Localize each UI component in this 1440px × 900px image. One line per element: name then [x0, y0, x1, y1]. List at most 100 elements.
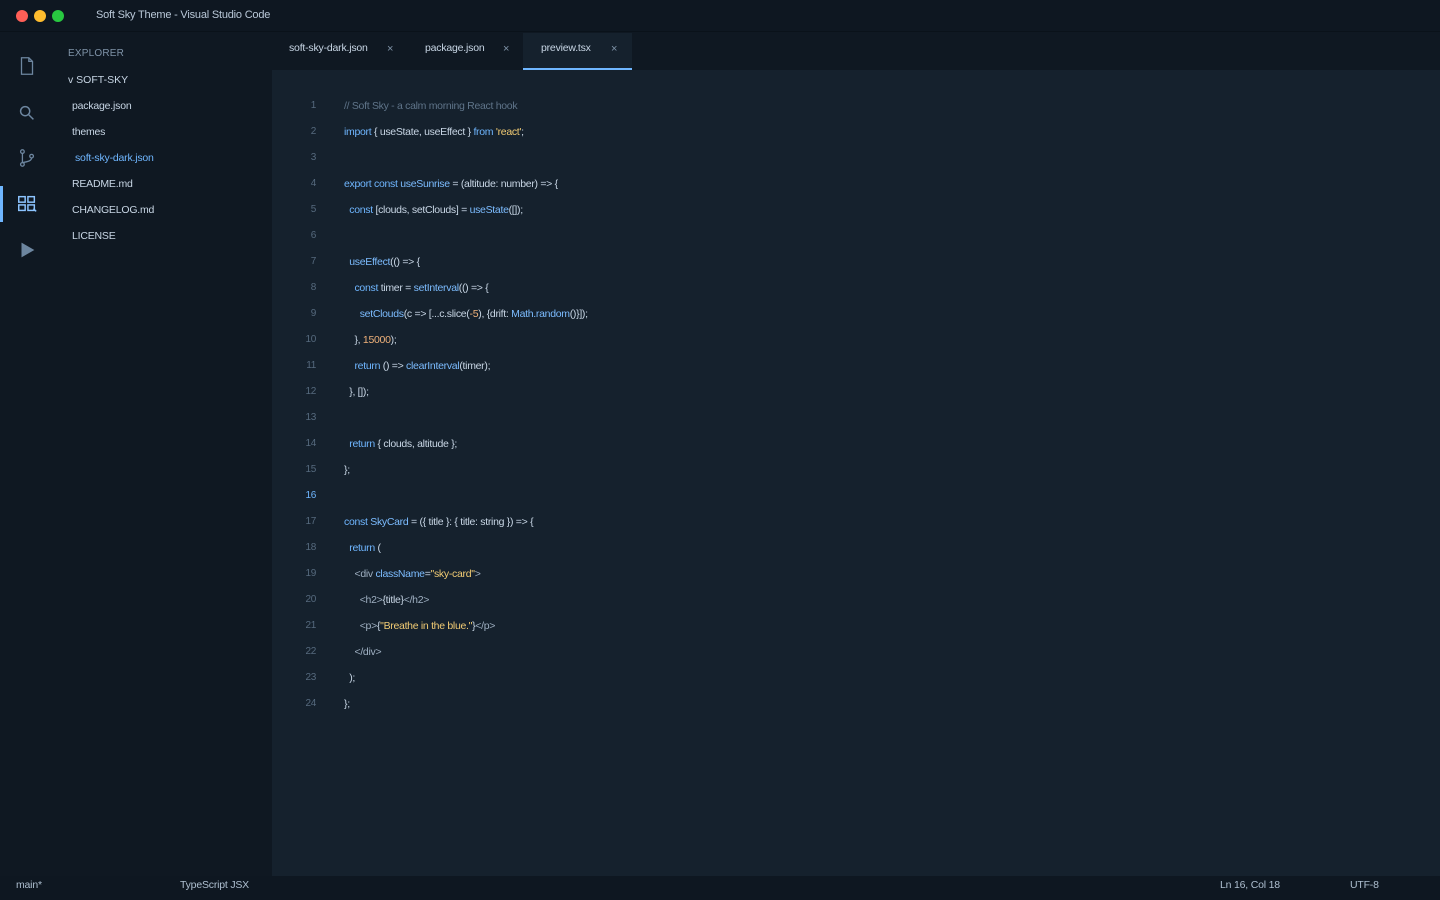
code-token: (timer);	[459, 360, 491, 372]
close-window-button[interactable]	[16, 10, 28, 22]
code-text: };	[344, 698, 350, 710]
status-bar: main* TypeScript JSX Ln 16, Col 18 UTF-8	[0, 876, 1440, 900]
code-line[interactable]: 13	[272, 405, 1440, 431]
code-token: clearInterval	[406, 360, 460, 372]
code-text: setClouds(c => [...c.slice(-5), {drift: …	[344, 308, 588, 320]
code-line[interactable]: 1 // Soft Sky - a calm morning React hook	[272, 93, 1440, 119]
close-icon[interactable]: ×	[611, 43, 617, 55]
code-token: <p>	[359, 620, 378, 632]
code-token: const	[354, 282, 379, 294]
line-number: 23	[305, 672, 316, 683]
file-item-license[interactable]: LICENSE	[72, 230, 116, 242]
code-line[interactable]: 6	[272, 223, 1440, 249]
line-number: 10	[305, 334, 316, 345]
code-token: from	[473, 126, 494, 138]
line-number: 21	[305, 620, 316, 631]
activity-run[interactable]	[0, 232, 54, 268]
activity-source-control[interactable]	[0, 140, 54, 176]
code-line[interactable]: 19 <div className="sky-card">	[272, 561, 1440, 587]
code-token: = (altitude: number) => {	[449, 178, 558, 190]
close-icon[interactable]: ×	[503, 43, 509, 55]
code-line[interactable]: 15};	[272, 457, 1440, 483]
line-number: 16	[305, 490, 316, 501]
code-token: = ({ title }: { title: string }) => {	[408, 516, 534, 528]
line-number: 20	[305, 594, 316, 605]
code-token: // Soft Sky - a calm morning React hook	[344, 100, 518, 112]
code-line[interactable]: 5 const [clouds, setClouds] = useState([…	[272, 197, 1440, 223]
code-line[interactable]: 14 return { clouds, altitude };	[272, 431, 1440, 457]
language-mode[interactable]: TypeScript JSX	[180, 879, 249, 891]
folder-item-themes[interactable]: themes	[72, 126, 105, 138]
line-number: 12	[305, 386, 316, 397]
maximize-window-button[interactable]	[52, 10, 64, 22]
code-line[interactable]: 22 </div>	[272, 639, 1440, 665]
activity-extensions[interactable]	[0, 186, 54, 222]
code-text: const [clouds, setClouds] = useState([])…	[344, 204, 523, 216]
code-text: const timer = setInterval(() => {	[344, 282, 488, 294]
tab-soft-sky-dark-json[interactable]: soft-sky-dark.json ×	[272, 33, 406, 70]
close-icon[interactable]: ×	[387, 43, 393, 55]
tab-package-json[interactable]: package.json ×	[407, 33, 523, 70]
code-line[interactable]: 23 );	[272, 665, 1440, 691]
code-line[interactable]: 17 const SkyCard = ({ title }: { title: s…	[272, 509, 1440, 535]
line-number: 1	[310, 100, 317, 111]
file-item-package-json[interactable]: package.json	[72, 100, 132, 112]
code-text: }, 15000);	[344, 334, 396, 346]
code-line[interactable]: 21 <p>{"Breathe in the blue."}</p>	[272, 613, 1440, 639]
code-line[interactable]: 24};	[272, 691, 1440, 717]
tab-label: preview.tsx	[541, 42, 591, 54]
code-token: >	[474, 568, 481, 580]
code-line[interactable]: 4 export const useSunrise = (altitude: nu…	[272, 171, 1440, 197]
code-token: const	[349, 204, 373, 216]
code-text: const SkyCard = ({ title }: { title: str…	[344, 516, 534, 528]
code-token: {title}	[382, 594, 404, 606]
minimize-window-button[interactable]	[34, 10, 46, 22]
code-token: (() => {	[390, 256, 420, 268]
run-icon	[21, 242, 35, 258]
code-line[interactable]: 2 import { useState, useEffect } from 're…	[272, 119, 1440, 145]
activity-explorer[interactable]	[0, 48, 54, 84]
code-line[interactable]: 20 <h2>{title}</h2>	[272, 587, 1440, 613]
code-editor[interactable]: 1 // Soft Sky - a calm morning React hook…	[272, 70, 1440, 876]
code-token: <h2>	[359, 594, 383, 606]
file-item-readme[interactable]: README.md	[72, 178, 133, 190]
line-number: 18	[305, 542, 316, 553]
editor-tab-bar: soft-sky-dark.json × package.json × prev…	[272, 33, 1440, 70]
code-line[interactable]: 7 useEffect(() => {	[272, 249, 1440, 275]
code-line[interactable]: 11 return () => clearInterval(timer);	[272, 353, 1440, 379]
code-token: ([]);	[508, 204, 524, 216]
line-number: 24	[305, 698, 316, 709]
code-line[interactable]: 18 return (	[272, 535, 1440, 561]
search-icon	[19, 105, 34, 120]
code-line[interactable]: 10 }, 15000);	[272, 327, 1440, 353]
tab-preview-tsx[interactable]: preview.tsx ×	[523, 33, 632, 70]
line-number: 19	[305, 568, 316, 579]
code-token: export const	[344, 178, 398, 190]
code-token: { useState, useEffect }	[371, 126, 474, 138]
line-number: 15	[305, 464, 316, 475]
encoding-indicator[interactable]: UTF-8	[1350, 879, 1379, 891]
code-line[interactable]: 12 }, []);	[272, 379, 1440, 405]
code-token: <div	[354, 568, 373, 580]
code-line[interactable]: 8 const timer = setInterval(() => {	[272, 275, 1440, 301]
activity-search[interactable]	[0, 95, 54, 131]
code-token: (() => {	[458, 282, 489, 294]
file-item-soft-sky-dark-json[interactable]: soft-sky-dark.json	[75, 152, 154, 164]
code-token: (c => [...c.slice(	[403, 308, 470, 320]
code-token: return	[349, 542, 375, 554]
cursor-position[interactable]: Ln 16, Col 18	[1220, 879, 1280, 891]
code-line[interactable]: 16	[272, 483, 1440, 509]
tab-label: soft-sky-dark.json	[289, 42, 368, 54]
code-token: </p>	[475, 620, 496, 632]
root-folder[interactable]: v SOFT-SKY	[68, 74, 128, 86]
file-item-changelog[interactable]: CHANGELOG.md	[72, 204, 154, 216]
code-text: // Soft Sky - a calm morning React hook	[344, 100, 518, 112]
code-token: ()}]);	[569, 308, 588, 320]
code-line[interactable]: 3	[272, 145, 1440, 171]
branch-indicator[interactable]: main*	[16, 879, 42, 891]
code-line[interactable]: 9 setClouds(c => [...c.slice(-5), {drift…	[272, 301, 1440, 327]
code-text: import { useState, useEffect } from 'rea…	[344, 126, 524, 138]
code-text: export const useSunrise = (altitude: num…	[344, 178, 558, 190]
